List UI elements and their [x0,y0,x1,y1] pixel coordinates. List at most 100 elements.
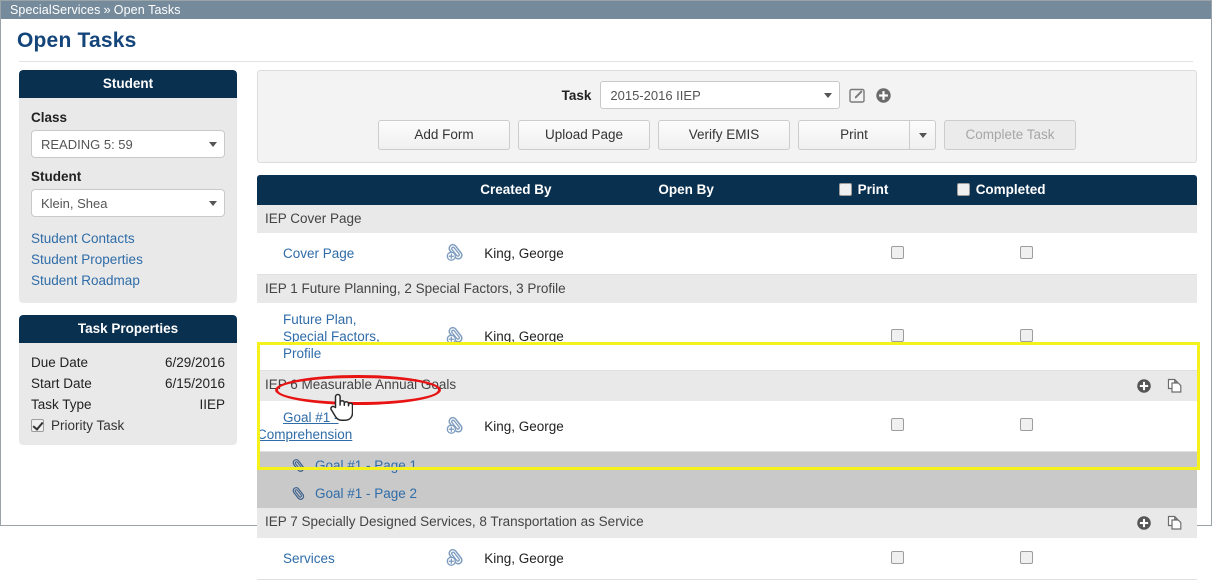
select-all-print-checkbox[interactable] [838,183,852,196]
print-checkbox[interactable] [891,550,905,564]
group-title: IEP 6 Measurable Annual Goals [265,377,457,392]
subpage-item[interactable]: Goal #1 - Page 2 [257,485,1197,502]
page-content: Student Class READING 5: 59 Student Klei… [1,62,1211,580]
completed-checkbox[interactable] [1020,550,1034,564]
table-group-row: IEP Cover Page [257,205,1197,234]
class-select[interactable]: READING 5: 59 [31,130,225,158]
class-select-value: READING 5: 59 [41,136,133,152]
start-date-label: Start Date [31,376,92,391]
verify-emis-button[interactable]: Verify EMIS [658,120,790,150]
print-checkbox[interactable] [891,245,905,259]
open-by-cell [658,538,839,580]
open-by-cell [658,401,839,452]
priority-task-checkbox[interactable] [31,419,44,432]
add-circle-icon[interactable] [1136,378,1152,394]
paperclip-add-icon[interactable] [445,324,467,346]
task-property-row: Due Date 6/29/2016 [31,352,225,373]
sidebar-link-student-roadmap[interactable]: Student Roadmap [31,270,225,291]
form-link-services[interactable]: Services [257,551,335,566]
table-row: Future Plan, Special Factors, Profile Ki… [257,303,1197,371]
subpage-cell: Goal #1 - Page 2 [257,479,1197,508]
group-title-cell: IEP 6 Measurable Annual Goals [257,370,1197,402]
created-by-cell: King, George [480,401,659,452]
copy-pages-icon[interactable] [1166,377,1183,394]
completed-checkbox[interactable] [1020,328,1034,342]
upload-page-button[interactable]: Upload Page [518,120,650,150]
form-name-cell: Future Plan, Special Factors, Profile [257,303,433,371]
form-link-future-plan[interactable]: Future Plan, Special Factors, Profile [257,311,392,362]
task-type-label: Task Type [31,397,92,412]
col-header-print: Print [838,175,957,205]
table-subrow: Goal #1 - Page 2 [257,479,1197,508]
subpage-cell: Goal #1 - Page 1 [257,451,1197,480]
page-title: Open Tasks [17,29,137,52]
task-select-value: 2015-2016 IIEP [610,87,701,103]
table-row: Goal #1 - Comprehension King, George [257,401,1197,452]
print-checkbox[interactable] [891,418,905,431]
breadcrumb: SpecialServices» Open Tasks [1,1,1211,19]
created-by-value: King, George [484,246,564,261]
group-title: IEP Cover Page [257,205,1197,234]
group-title-cell: IEP 7 Specially Designed Services, 8 Tra… [257,507,1197,539]
add-circle-icon[interactable] [875,87,892,104]
subpage-link-goal-1-page-2[interactable]: Goal #1 - Page 2 [315,486,417,501]
paperclip-add-icon[interactable] [445,414,467,436]
sidebar-link-student-contacts[interactable]: Student Contacts [31,228,225,249]
print-dropdown-toggle[interactable] [910,120,936,150]
row-tail-cell [1096,303,1197,371]
completed-checkbox[interactable] [1020,418,1034,431]
col-header-created-by: Created By [480,175,659,205]
start-date-value: 6/15/2016 [164,376,225,391]
breadcrumb-root[interactable]: SpecialServices [10,3,100,17]
form-link-goal-1-comprehension[interactable]: Goal #1 - Comprehension [257,410,352,442]
row-tail-cell [1096,233,1197,275]
student-panel-body: Class READING 5: 59 Student Klein, Shea … [19,98,237,303]
copy-pages-icon[interactable] [1166,514,1183,531]
col-header-open-by: Open By [658,175,839,205]
form-name-cell: Cover Page [257,233,433,275]
sidebar-link-student-properties[interactable]: Student Properties [31,249,225,270]
complete-task-button[interactable]: Complete Task [944,120,1076,150]
task-select[interactable]: 2015-2016 IIEP [600,81,841,109]
breadcrumb-current[interactable]: Open Tasks [114,3,181,17]
subpage-link-goal-1-page-1[interactable]: Goal #1 - Page 1 [315,458,417,473]
task-properties-panel: Task Properties Due Date 6/29/2016 Start… [19,315,237,445]
completed-checkbox[interactable] [1020,245,1034,259]
priority-task-row[interactable]: Priority Task [31,418,225,433]
task-toolbar: Task 2015-2016 IIEP Add Form Upload Page… [257,70,1197,163]
row-tail-cell [1096,538,1197,580]
print-cell [838,538,957,580]
created-by-cell: King, George [480,303,659,371]
chevron-down-icon [824,92,833,98]
add-form-button[interactable]: Add Form [378,120,510,150]
completed-cell [956,233,1097,275]
paperclip-add-icon[interactable] [445,546,467,568]
task-type-value: IIEP [199,397,225,412]
task-label: Task [561,87,592,103]
add-circle-icon[interactable] [1136,515,1152,531]
col-header-completed: Completed [956,175,1197,205]
student-panel: Student Class READING 5: 59 Student Klei… [19,70,237,303]
created-by-cell: King, George [480,538,659,580]
forms-table: Created By Open By Print Completed IEP C… [257,175,1197,580]
print-checkbox[interactable] [891,328,905,342]
open-by-cell [658,303,839,371]
student-select-value: Klein, Shea [41,195,108,211]
student-panel-header: Student [19,70,237,98]
select-all-completed-checkbox[interactable] [956,183,970,196]
print-button[interactable]: Print [798,120,910,150]
table-subrow: Goal #1 - Page 1 [257,451,1197,480]
completed-cell [956,538,1097,580]
col-header-completed-label: Completed [975,182,1046,197]
paperclip-add-icon[interactable] [445,241,467,263]
subpage-item[interactable]: Goal #1 - Page 1 [257,457,1197,474]
form-link-cover-page[interactable]: Cover Page [257,246,354,261]
attachment-cell [432,538,481,580]
attachment-cell [432,303,481,371]
col-header-name [257,175,433,205]
group-title: IEP 1 Future Planning, 2 Special Factors… [257,274,1197,304]
student-select[interactable]: Klein, Shea [31,189,225,217]
edit-pencil-icon[interactable] [849,87,866,104]
completed-cell [956,401,1097,452]
paperclip-icon [290,485,307,502]
